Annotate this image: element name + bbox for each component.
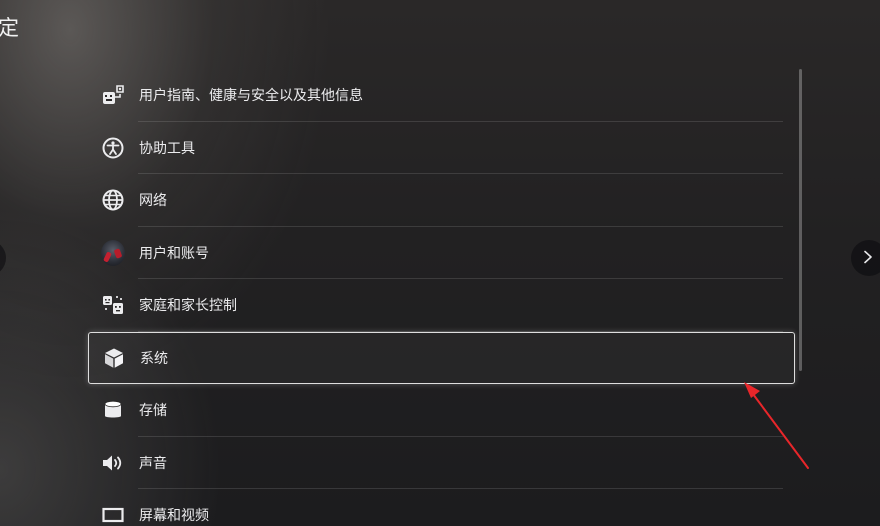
settings-list: 用户指南、健康与安全以及其他信息 协助工具 网络 用户和账号 家庭和家长控制 系…	[88, 69, 795, 526]
previous-page-button[interactable]	[0, 240, 6, 276]
cube-icon	[102, 346, 126, 370]
settings-item-screen-video[interactable]: 屏幕和视频	[88, 489, 795, 526]
chevron-right-icon	[862, 249, 874, 268]
settings-item-user-guide[interactable]: 用户指南、健康与安全以及其他信息	[88, 69, 795, 122]
accessibility-icon	[101, 136, 125, 160]
page-title: 定	[0, 16, 20, 40]
settings-item-accessibility[interactable]: 协助工具	[88, 122, 795, 174]
settings-item-network[interactable]: 网络	[88, 174, 795, 227]
globe-icon	[101, 188, 125, 212]
settings-item-label: 用户指南、健康与安全以及其他信息	[139, 88, 363, 105]
settings-item-label: 用户和账号	[139, 245, 209, 262]
user-avatar	[101, 239, 125, 266]
next-page-button[interactable]	[851, 240, 880, 276]
settings-item-label: 网络	[139, 193, 167, 210]
speaker-icon	[101, 451, 125, 475]
settings-item-label: 协助工具	[139, 140, 195, 157]
settings-item-sound[interactable]: 声音	[88, 437, 795, 489]
family-icon	[101, 293, 125, 317]
settings-item-storage[interactable]: 存储	[88, 384, 795, 437]
storage-icon	[101, 398, 125, 422]
settings-item-family[interactable]: 家庭和家长控制	[88, 279, 795, 332]
settings-item-label: 存储	[139, 403, 167, 420]
scrollbar[interactable]	[799, 69, 802, 371]
settings-item-label: 系统	[140, 350, 168, 367]
settings-item-users-accounts[interactable]: 用户和账号	[88, 227, 795, 279]
screen-icon	[101, 503, 125, 526]
avatar	[101, 239, 125, 266]
settings-item-system[interactable]: 系统	[88, 331, 795, 384]
annotation-arrow-icon	[744, 382, 809, 469]
settings-item-label: 声音	[139, 455, 167, 472]
user-guide-icon	[101, 83, 125, 107]
settings-item-label: 屏幕和视频	[139, 508, 209, 525]
settings-item-label: 家庭和家长控制	[139, 298, 237, 315]
